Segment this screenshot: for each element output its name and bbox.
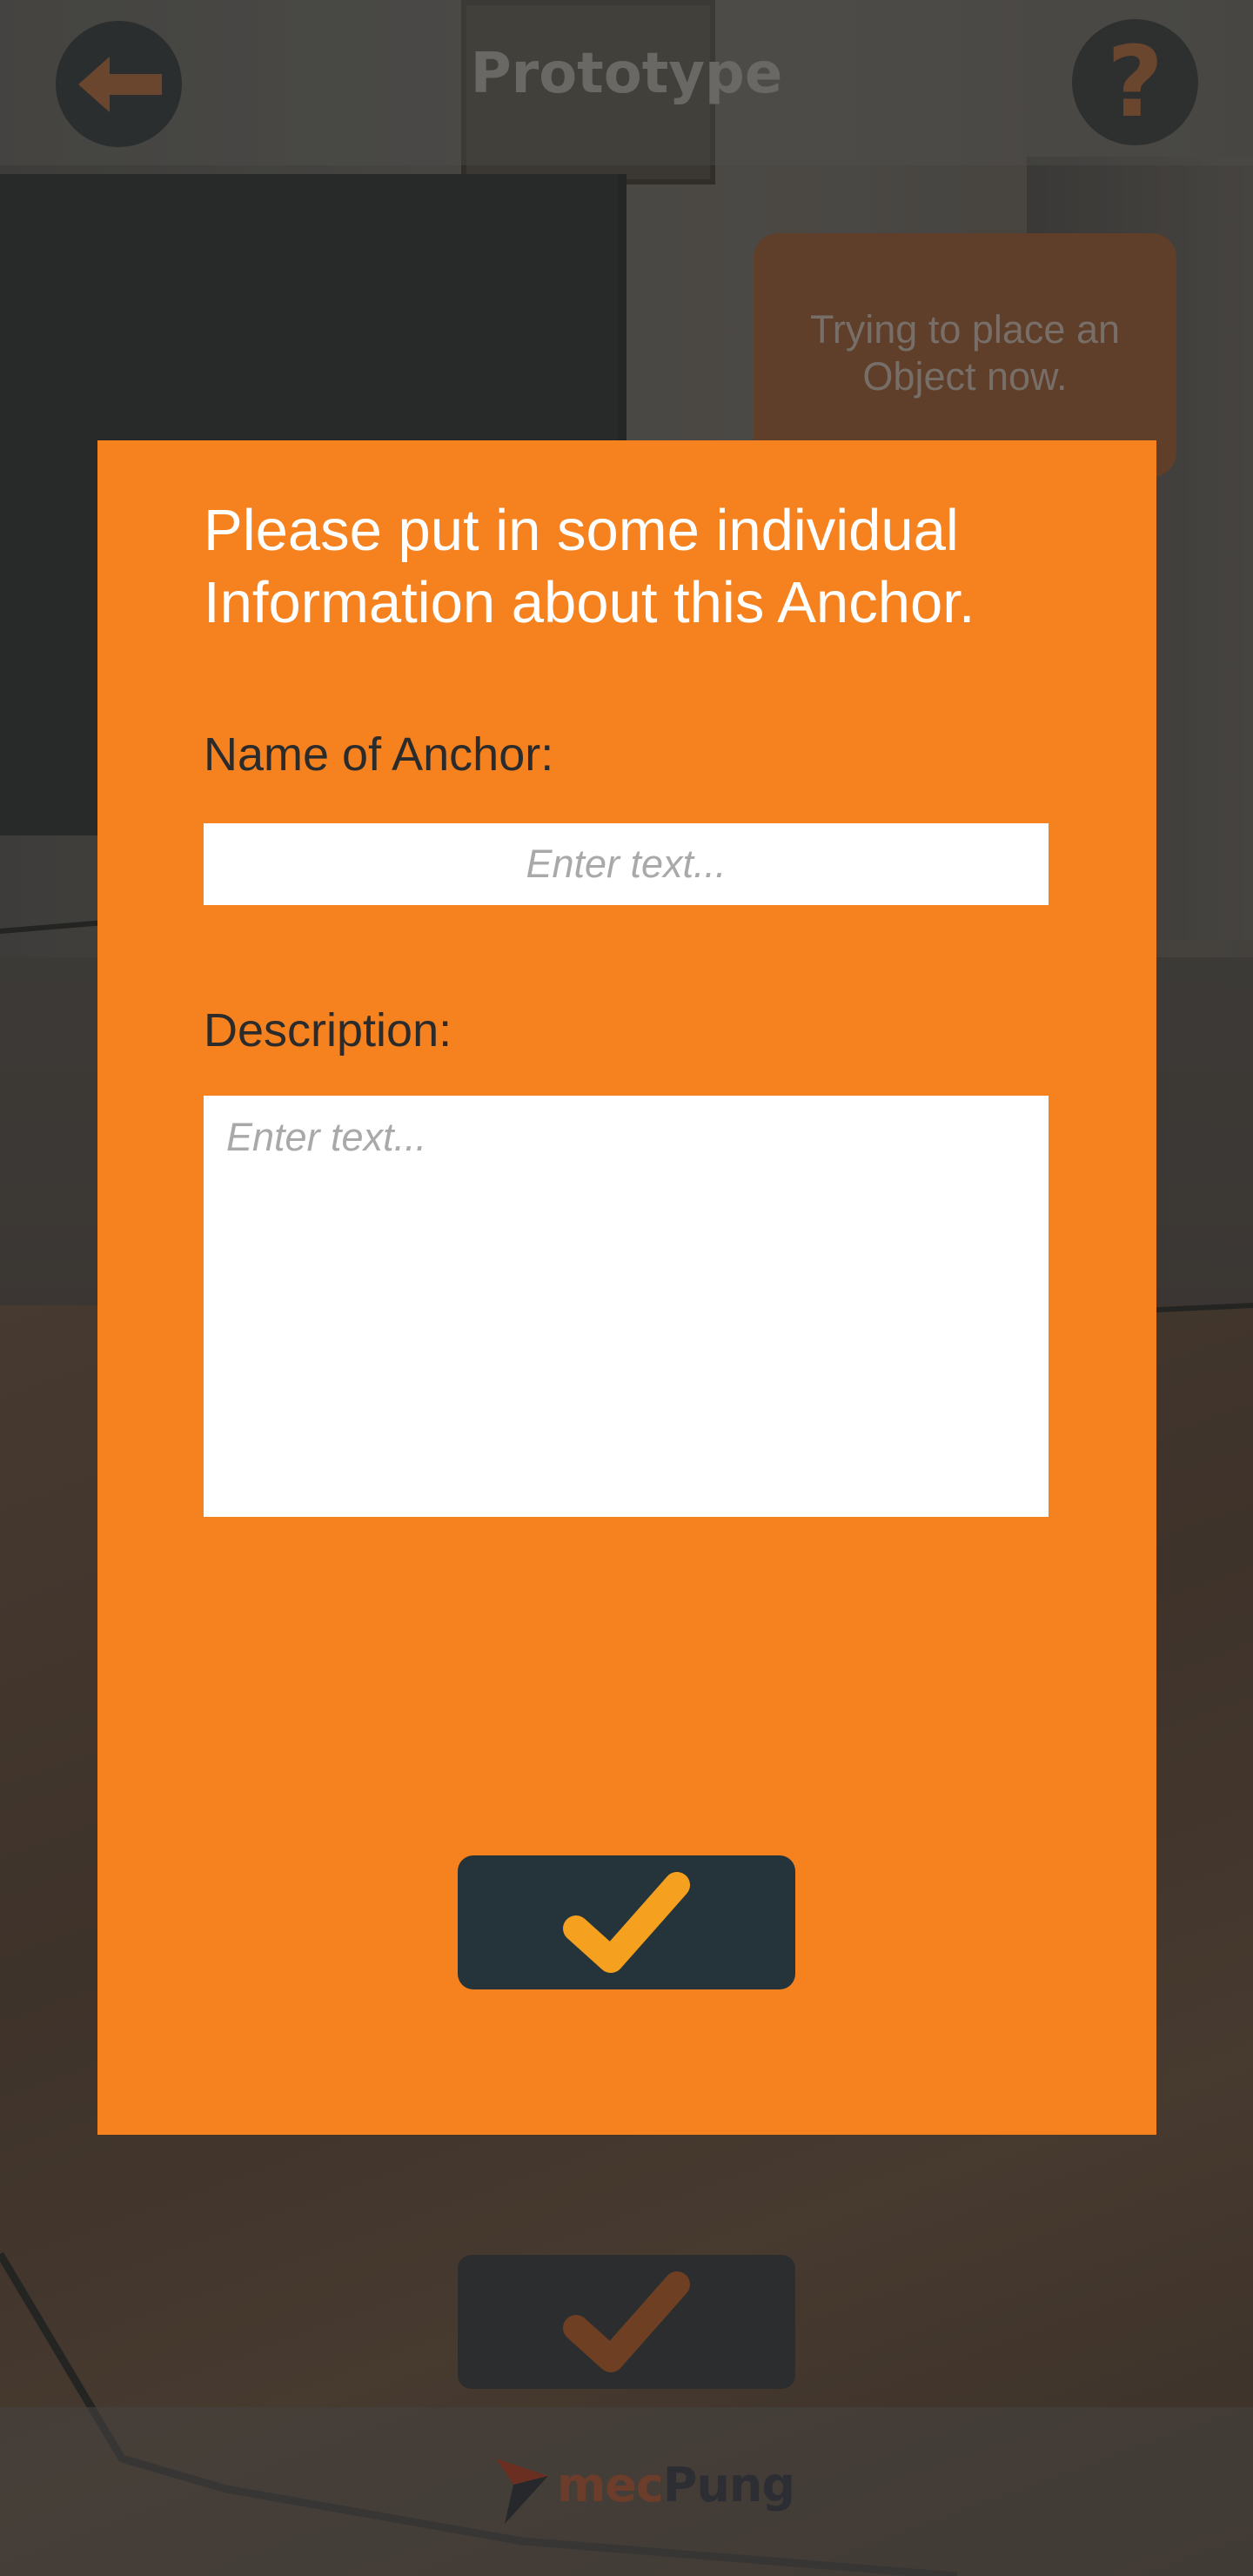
brand-name-part1: mec [557, 2457, 664, 2512]
dialog-confirm-button[interactable] [458, 1855, 795, 1989]
brand-name-part2: Pung [662, 2457, 795, 2512]
brand-logo: mecPung [487, 2437, 795, 2532]
checkmark-icon [563, 2271, 690, 2372]
anchor-name-label: Name of Anchor: [204, 728, 554, 781]
description-input[interactable] [204, 1096, 1049, 1517]
description-label: Description: [204, 1004, 452, 1057]
anchor-name-input[interactable] [204, 823, 1049, 905]
dialog-heading: Please put in some individual Informatio… [204, 498, 975, 635]
anchor-info-dialog: Please put in some individual Informatio… [97, 440, 1156, 2135]
checkmark-icon [563, 1872, 690, 1973]
brand-logo-mark-icon [496, 2459, 548, 2524]
place-confirm-button[interactable] [458, 2255, 795, 2389]
brand-name: mecPung [557, 2457, 795, 2512]
